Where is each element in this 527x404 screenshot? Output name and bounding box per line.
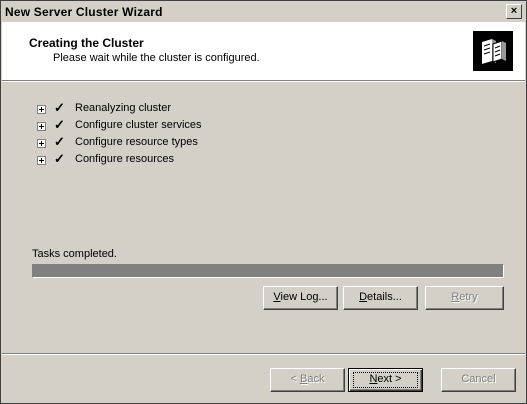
window-title: New Server Cluster Wizard — [5, 5, 163, 19]
retry-button[interactable]: Retry — [425, 286, 504, 310]
wizard-header: Creating the Cluster Please wait while t… — [2, 22, 525, 81]
details-accel: D — [359, 291, 368, 303]
back-button[interactable]: < Back — [270, 368, 345, 392]
details-button[interactable]: Details... — [343, 286, 418, 310]
back-prefix: < — [290, 373, 300, 385]
view-log-accel: V — [273, 291, 281, 303]
expand-icon[interactable] — [37, 156, 46, 165]
view-log-label: iew Log... — [280, 291, 328, 303]
close-icon: × — [510, 5, 518, 17]
checkmark-icon: ✓ — [54, 117, 65, 132]
focus-ring — [353, 372, 418, 388]
cancel-button[interactable]: Cancel — [441, 368, 516, 392]
cancel-label: Cancel — [461, 373, 496, 385]
task-label: Configure resources — [75, 153, 175, 165]
expand-icon[interactable] — [37, 122, 46, 131]
page-subtitle: Please wait while the cluster is configu… — [53, 52, 260, 64]
status-text: Tasks completed. — [32, 248, 117, 260]
details-label: etails... — [367, 291, 402, 303]
page-title: Creating the Cluster — [29, 36, 144, 50]
wizard-window: New Server Cluster Wizard × Creating the… — [0, 0, 527, 404]
view-log-button[interactable]: View Log... — [263, 286, 338, 310]
expand-icon[interactable] — [37, 139, 46, 148]
expand-icon[interactable] — [37, 105, 46, 114]
header-divider — [2, 81, 525, 82]
title-bar[interactable]: New Server Cluster Wizard × — [2, 2, 525, 22]
task-label: Configure resource types — [75, 136, 198, 148]
back-label: ack — [307, 373, 325, 385]
footer-divider-highlight — [2, 354, 525, 355]
progress-bar — [32, 264, 504, 278]
checkmark-icon: ✓ — [54, 151, 65, 166]
checkmark-icon: ✓ — [54, 134, 65, 149]
cluster-server-icon — [473, 31, 513, 71]
checkmark-icon: ✓ — [54, 100, 65, 115]
retry-label: etry — [459, 291, 478, 303]
progress-fill — [33, 265, 503, 277]
next-button[interactable]: Next > — [348, 368, 423, 392]
close-button[interactable]: × — [506, 4, 522, 19]
task-label: Reanalyzing cluster — [75, 102, 171, 114]
task-label: Configure cluster services — [75, 119, 202, 131]
